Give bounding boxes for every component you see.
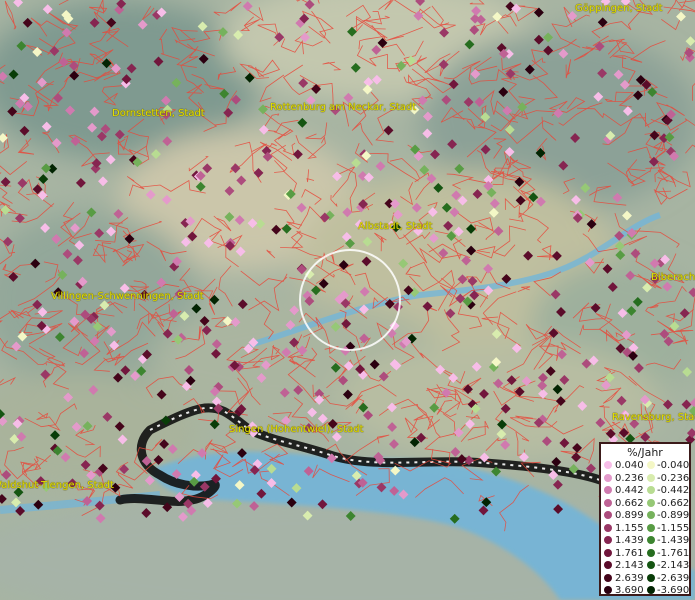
legend-value-negative: -1.439 [657, 535, 690, 546]
legend-row: 1.155 -1.155 [601, 523, 691, 534]
legend-value-negative: -0.442 [657, 485, 690, 496]
legend-row: 0.236 -0.236 [601, 473, 691, 484]
legend-value-positive: 1.155 [615, 522, 644, 534]
legend-swatch-positive [604, 498, 612, 507]
map-view[interactable]: Göppingen, Stadt Dornstetten, Stadt Rotten… [0, 0, 695, 600]
legend-swatch-positive [604, 523, 612, 532]
legend-value-positive: 0.442 [615, 485, 644, 496]
legend-row: 2.143 -2.143 [601, 560, 691, 571]
legend-value-negative: -0.899 [657, 510, 690, 521]
legend-swatch-negative [647, 548, 655, 557]
city-label: Biberach [651, 272, 695, 283]
legend-value-negative: -2.143 [657, 560, 690, 571]
city-label: Dornstetten, Stadt [112, 108, 205, 119]
legend-row: 0.442 -0.442 [601, 485, 691, 496]
legend-value-positive: 0.662 [615, 497, 644, 509]
city-label: Göppingen, Stadt [575, 3, 663, 14]
city-label: Ravensburg, Stadt [612, 412, 695, 423]
legend-value-positive: 0.899 [615, 510, 644, 521]
legend-value-positive: 1.439 [615, 535, 644, 546]
legend-row: 3.690 -3.690 [601, 585, 691, 596]
legend-value-positive: 0.236 [615, 472, 644, 484]
legend-value-positive: 0.040 [615, 460, 644, 471]
legend-swatch-negative [647, 473, 655, 482]
city-label: Villingen-Schwenningen, Stadt [51, 291, 204, 302]
legend-row: 1.761 -1.761 [601, 548, 691, 559]
legend-swatch-negative [647, 586, 655, 594]
legend-value-negative: -0.040 [657, 460, 690, 471]
legend-row: 0.899 -0.899 [601, 510, 691, 521]
legend-row: 0.040 -0.040 [601, 460, 691, 471]
legend-value-negative: -0.236 [657, 472, 690, 484]
legend-swatch-negative [647, 523, 655, 532]
legend-value-negative: -1.155 [657, 522, 690, 534]
legend-swatch-negative [647, 536, 655, 544]
legend-row: 0.662 -0.662 [601, 498, 691, 509]
legend-value-negative: -1.761 [657, 547, 690, 559]
legend-swatch-positive [604, 573, 612, 582]
legend-swatch-negative [647, 511, 655, 519]
legend-swatch-negative [647, 486, 655, 494]
legend-value-negative: -2.639 [657, 572, 690, 584]
legend-swatch-negative [647, 498, 655, 507]
legend-row: 1.439 -1.439 [601, 535, 691, 546]
legend-swatch-positive [604, 511, 612, 519]
legend-value-positive: 1.761 [615, 547, 644, 559]
city-label: Waldshut-Tiengen, Stadt [0, 480, 114, 491]
legend-value-positive: 2.639 [615, 572, 644, 584]
legend-swatch-positive [604, 473, 612, 482]
legend-swatch-negative [647, 461, 655, 469]
legend-title: %/Jahr [627, 446, 663, 459]
legend-swatch-positive [604, 461, 612, 469]
legend-value-positive: 2.143 [615, 560, 644, 571]
legend-swatch-negative [647, 561, 655, 569]
legend-swatch-positive [604, 586, 612, 594]
legend-row: 2.639 -2.639 [601, 573, 691, 584]
legend-swatch-positive [604, 536, 612, 544]
city-label: Albstadt, Stadt [358, 221, 433, 232]
legend-swatch-positive [604, 561, 612, 569]
legend-value-negative: -0.662 [657, 497, 690, 509]
city-label: Rottenburg am Neckar, Stadt [270, 102, 417, 113]
city-label: Singen (Hohentwiel), Stadt [229, 424, 364, 435]
legend-value-negative: -3.690 [657, 585, 690, 596]
legend: %/Jahr 0.040 -0.040 0.236 -0.236 0.442 -0.442… [599, 442, 691, 596]
legend-value-positive: 3.690 [615, 585, 644, 596]
legend-swatch-positive [604, 486, 612, 494]
legend-swatch-negative [647, 573, 655, 582]
legend-swatch-positive [604, 548, 612, 557]
